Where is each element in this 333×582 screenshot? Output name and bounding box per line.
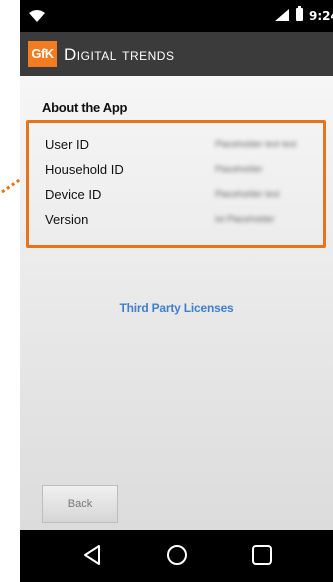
info-row-version: Version txt Placeholder	[45, 212, 315, 230]
info-value: Placeholder text text	[215, 139, 297, 149]
app-info-box: User ID Placeholder text text Household …	[26, 120, 326, 248]
app-bar: GfK Digital trends	[20, 32, 333, 76]
app-title: Digital trends	[64, 45, 175, 64]
info-label: Version	[45, 212, 89, 227]
home-nav-icon[interactable]	[166, 544, 188, 566]
info-row-household-id: Household ID Placeholder	[45, 162, 315, 180]
recents-nav-icon[interactable]	[251, 544, 273, 566]
info-label: Household ID	[45, 162, 124, 177]
section-title: About the App	[42, 100, 128, 115]
info-value: Placeholder text	[215, 189, 280, 199]
clock: 9:24	[309, 9, 333, 23]
navigation-bar	[20, 530, 333, 582]
gfk-logo: GfK	[28, 41, 57, 67]
back-nav-icon[interactable]	[82, 544, 102, 566]
about-screen: About the App User ID Placeholder text t…	[20, 76, 333, 530]
info-value: Placeholder	[215, 164, 263, 174]
info-label: User ID	[45, 137, 90, 152]
battery-icon	[296, 6, 303, 21]
status-bar: 9:24	[20, 0, 333, 32]
signal-icon	[275, 9, 289, 21]
info-label: Device ID	[45, 187, 102, 202]
wifi-icon	[29, 10, 45, 22]
third-party-licenses-link[interactable]: Third Party Licenses	[20, 301, 333, 315]
info-value: txt Placeholder	[215, 214, 275, 224]
back-button[interactable]: Back	[42, 485, 118, 523]
info-row-user-id: User ID Placeholder text text	[45, 137, 315, 155]
info-row-device-id: Device ID Placeholder text	[45, 187, 315, 205]
phone-screen: 9:24 GfK Digital trends About the App Us…	[20, 0, 333, 582]
